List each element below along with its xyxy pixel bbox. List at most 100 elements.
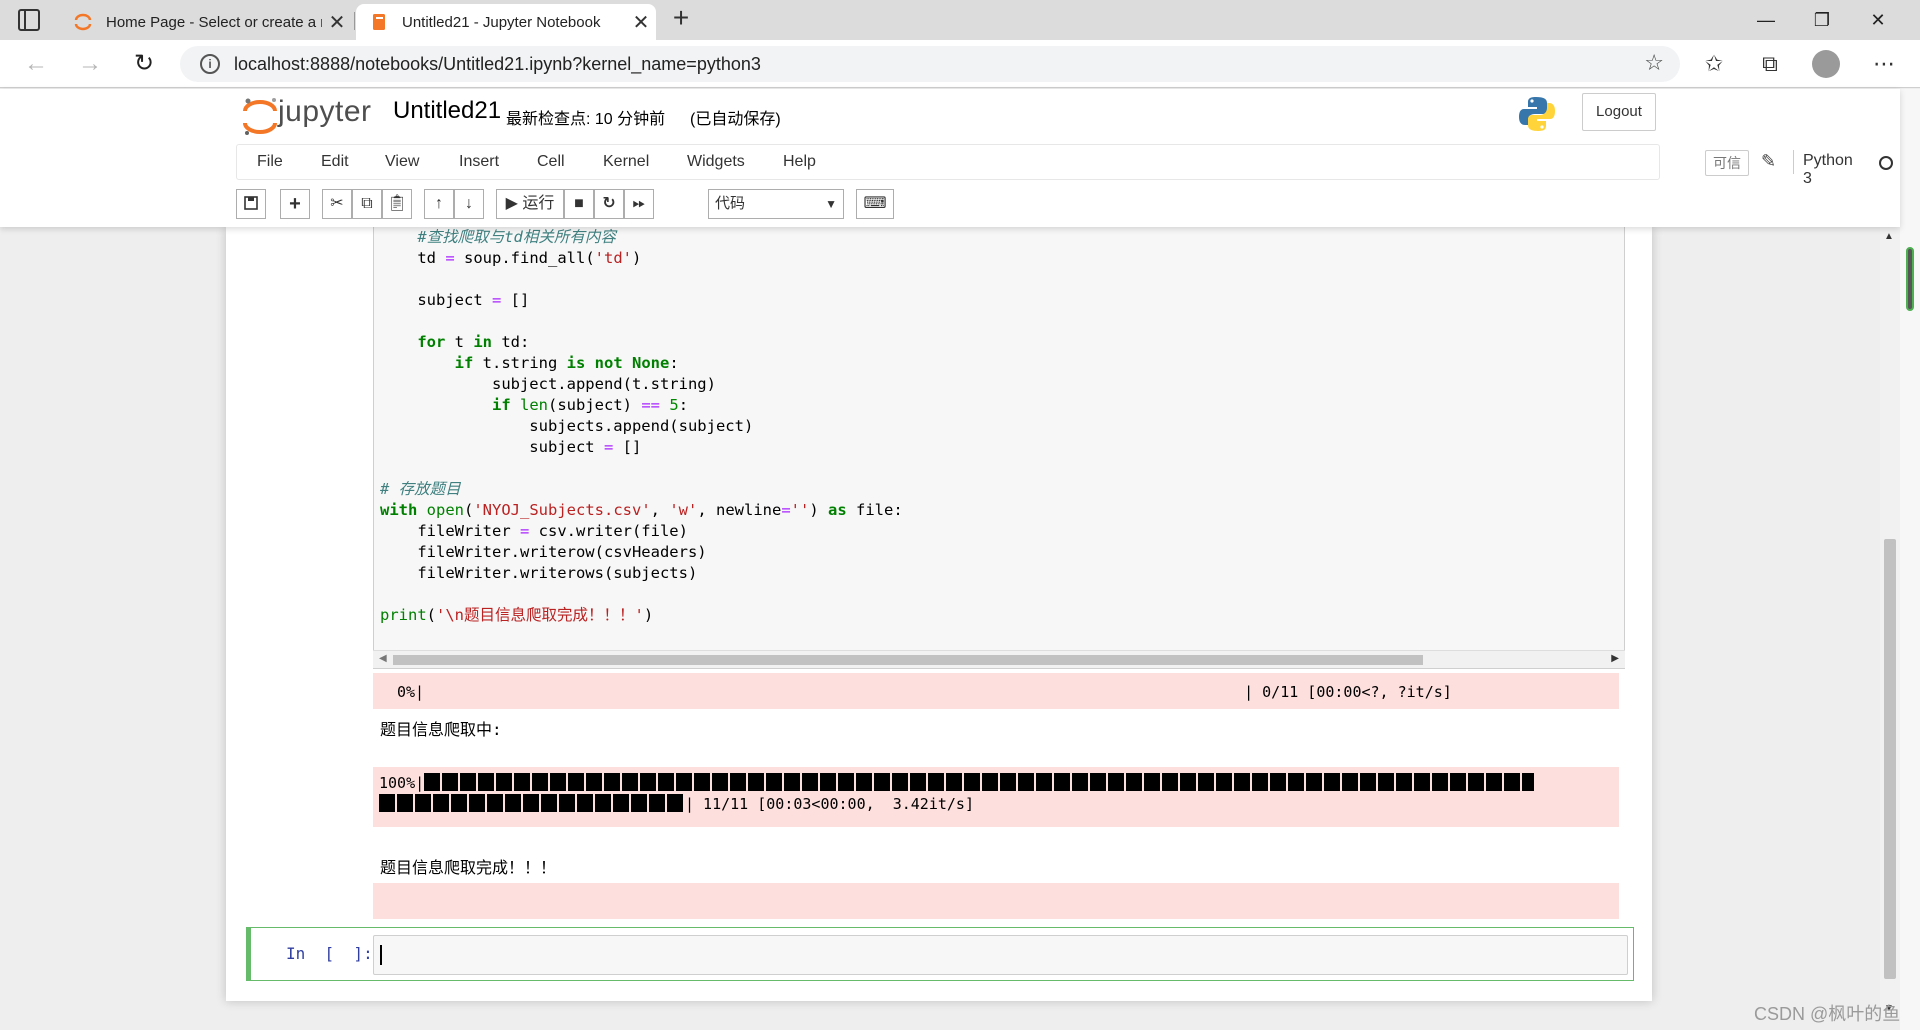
run-label: 运行 (522, 195, 555, 212)
paste-button[interactable]: 📋︎ (382, 189, 412, 219)
plus-icon: + (289, 193, 301, 215)
logout-button[interactable]: Logout (1582, 93, 1656, 131)
code-line: #查找爬取与td相关所有内容 (417, 228, 616, 246)
menu-insert[interactable]: Insert (459, 145, 499, 179)
jupyter-favicon-icon (74, 13, 92, 31)
restart-button[interactable]: ↻ (594, 189, 624, 219)
progress-output-end: 100%| | 11/11 [00:03<00:00, 3.42it/s] (373, 767, 1619, 827)
tab-title: Home Page - Select or create a n (106, 13, 322, 31)
horizontal-scrollbar[interactable]: ◀ ▶ (373, 650, 1625, 668)
browser-scrollbar[interactable] (1900, 89, 1920, 1030)
new-cell-input[interactable] (373, 935, 1628, 975)
code-line: subjects.append(subject) (380, 417, 754, 435)
chevron-down-icon: ▼ (825, 197, 837, 211)
interrupt-button[interactable]: ■ (564, 189, 594, 219)
progress-stats: | 11/11 [00:03<00:00, 3.42it/s] (685, 795, 974, 813)
python-logo-icon (1519, 97, 1555, 131)
kernel-idle-indicator-icon (1879, 156, 1893, 170)
close-tab-icon[interactable]: ✕ (626, 10, 656, 35)
collections-icon[interactable]: ⧉ (1754, 48, 1786, 80)
favorites-icon[interactable]: ✩ (1698, 48, 1730, 80)
tab-untitled21[interactable]: Untitled21 - Jupyter Notebook ✕ (356, 4, 656, 40)
scrollbar-thumb[interactable] (1906, 247, 1914, 311)
menu-widgets[interactable]: Widgets (687, 145, 745, 179)
url-field[interactable]: i localhost:8888/notebooks/Untitled21.ip… (180, 46, 1680, 82)
tab-actions-icon[interactable] (18, 9, 40, 31)
menu-help[interactable]: Help (783, 145, 816, 179)
save-button[interactable] (236, 189, 266, 219)
menu-file[interactable]: File (257, 145, 283, 179)
minimize-button[interactable]: — (1738, 0, 1794, 40)
code-line: subject = [] (380, 438, 642, 456)
arrow-down-icon: ↓ (465, 195, 473, 212)
command-palette-button[interactable]: ⌨ (856, 189, 894, 219)
code-line: print('\n题目信息爬取完成！！！') (380, 606, 654, 624)
tab-home-page[interactable]: Home Page - Select or create a n ✕ (60, 4, 352, 40)
more-menu-icon[interactable]: ⋯ (1868, 48, 1900, 80)
progress-bar-fill (379, 794, 685, 812)
trusted-badge[interactable]: 可信 (1705, 150, 1749, 176)
code-line: if len(subject) == 5: (491, 396, 689, 414)
add-favorite-icon[interactable]: ☆ (1644, 50, 1664, 76)
tab-divider (354, 12, 355, 30)
notebook-scrollbar[interactable]: ▲ ▼ (1880, 227, 1900, 1017)
text-cursor (380, 945, 382, 965)
checkpoint-status: 最新检查点: 10 分钟前 (506, 111, 666, 128)
notebook-favicon-icon (373, 14, 385, 30)
arrow-up-icon: ↑ (435, 195, 443, 212)
url-text[interactable]: localhost:8888/notebooks/Untitled21.ipyn… (234, 54, 761, 75)
paste-icon: 📋︎ (386, 195, 408, 212)
code-editor[interactable]: #查找爬取与td相关所有内容 td = soup.find_all('td') … (380, 227, 903, 626)
cell-type-select[interactable]: 代码 ▼ (708, 189, 844, 219)
maximize-button[interactable]: ❐ (1794, 0, 1850, 40)
close-tab-icon[interactable]: ✕ (322, 10, 352, 35)
kernel-name[interactable]: Python 3 (1803, 152, 1853, 188)
site-info-icon[interactable]: i (200, 54, 220, 74)
new-tab-button[interactable]: + (666, 4, 696, 34)
scroll-left-icon[interactable]: ◀ (379, 653, 387, 664)
empty-stderr-output (373, 883, 1619, 919)
edit-pencil-icon[interactable]: ✎ (1761, 151, 1776, 172)
jupyter-logo-text[interactable]: jupyter (278, 95, 372, 129)
restart-run-all-button[interactable]: ⏩︎ (624, 189, 654, 219)
menu-bar: File Edit View Insert Cell Kernel Widget… (236, 144, 1893, 187)
code-line: subject = [] (380, 291, 530, 309)
copy-button[interactable]: ⧉ (352, 189, 382, 219)
close-window-button[interactable]: ✕ (1850, 0, 1906, 40)
progress-stats: | 0/11 [00:00<?, ?it/s] (1244, 683, 1452, 701)
autosave-status: (已自动保存) (690, 111, 781, 128)
tab-title: Untitled21 - Jupyter Notebook (402, 13, 601, 31)
progress-bar-fill (424, 773, 1535, 791)
forward-arrow-icon[interactable]: → (74, 48, 106, 80)
code-line: # 存放题目 (380, 480, 461, 498)
jupyter-header: jupyter Untitled21 最新检查点: 10 分钟前 (已自动保存)… (0, 89, 1900, 227)
profile-avatar[interactable] (1812, 50, 1840, 78)
scrollbar-thumb[interactable] (393, 655, 1423, 665)
cell-prompt: In [ ]: (286, 944, 373, 963)
stop-icon: ■ (574, 195, 584, 212)
scrollbar-thumb[interactable] (1884, 539, 1896, 979)
jupyter-logo-icon[interactable] (240, 95, 280, 137)
code-cell-input[interactable]: #查找爬取与td相关所有内容 td = soup.find_all('td') … (373, 227, 1625, 669)
progress-output-start: 0%| | 0/11 [00:00<?, ?it/s] (373, 673, 1619, 709)
back-arrow-icon[interactable]: ← (20, 48, 52, 80)
run-button[interactable]: ▶ 运行 (496, 189, 564, 219)
crawling-message: 题目信息爬取中: (380, 720, 502, 739)
progress-percent: 0%| (397, 683, 425, 701)
menu-view[interactable]: View (385, 145, 419, 179)
scroll-up-icon[interactable]: ▲ (1884, 231, 1894, 242)
code-line: for t in td: (417, 333, 530, 351)
notebook-title[interactable]: Untitled21 (393, 97, 501, 125)
reload-icon[interactable]: ↻ (128, 48, 160, 80)
scissors-icon: ✂ (330, 195, 344, 212)
menu-cell[interactable]: Cell (537, 145, 565, 179)
move-down-button[interactable]: ↓ (454, 189, 484, 219)
menu-edit[interactable]: Edit (321, 145, 349, 179)
address-bar: ← → ↻ i localhost:8888/notebooks/Untitle… (0, 40, 1920, 88)
cut-button[interactable]: ✂ (322, 189, 352, 219)
menu-kernel[interactable]: Kernel (603, 145, 649, 179)
watermark: CSDN @枫叶的鱼 (1754, 1004, 1901, 1024)
move-up-button[interactable]: ↑ (424, 189, 454, 219)
insert-cell-button[interactable]: + (280, 189, 310, 219)
scroll-right-icon[interactable]: ▶ (1611, 653, 1619, 664)
